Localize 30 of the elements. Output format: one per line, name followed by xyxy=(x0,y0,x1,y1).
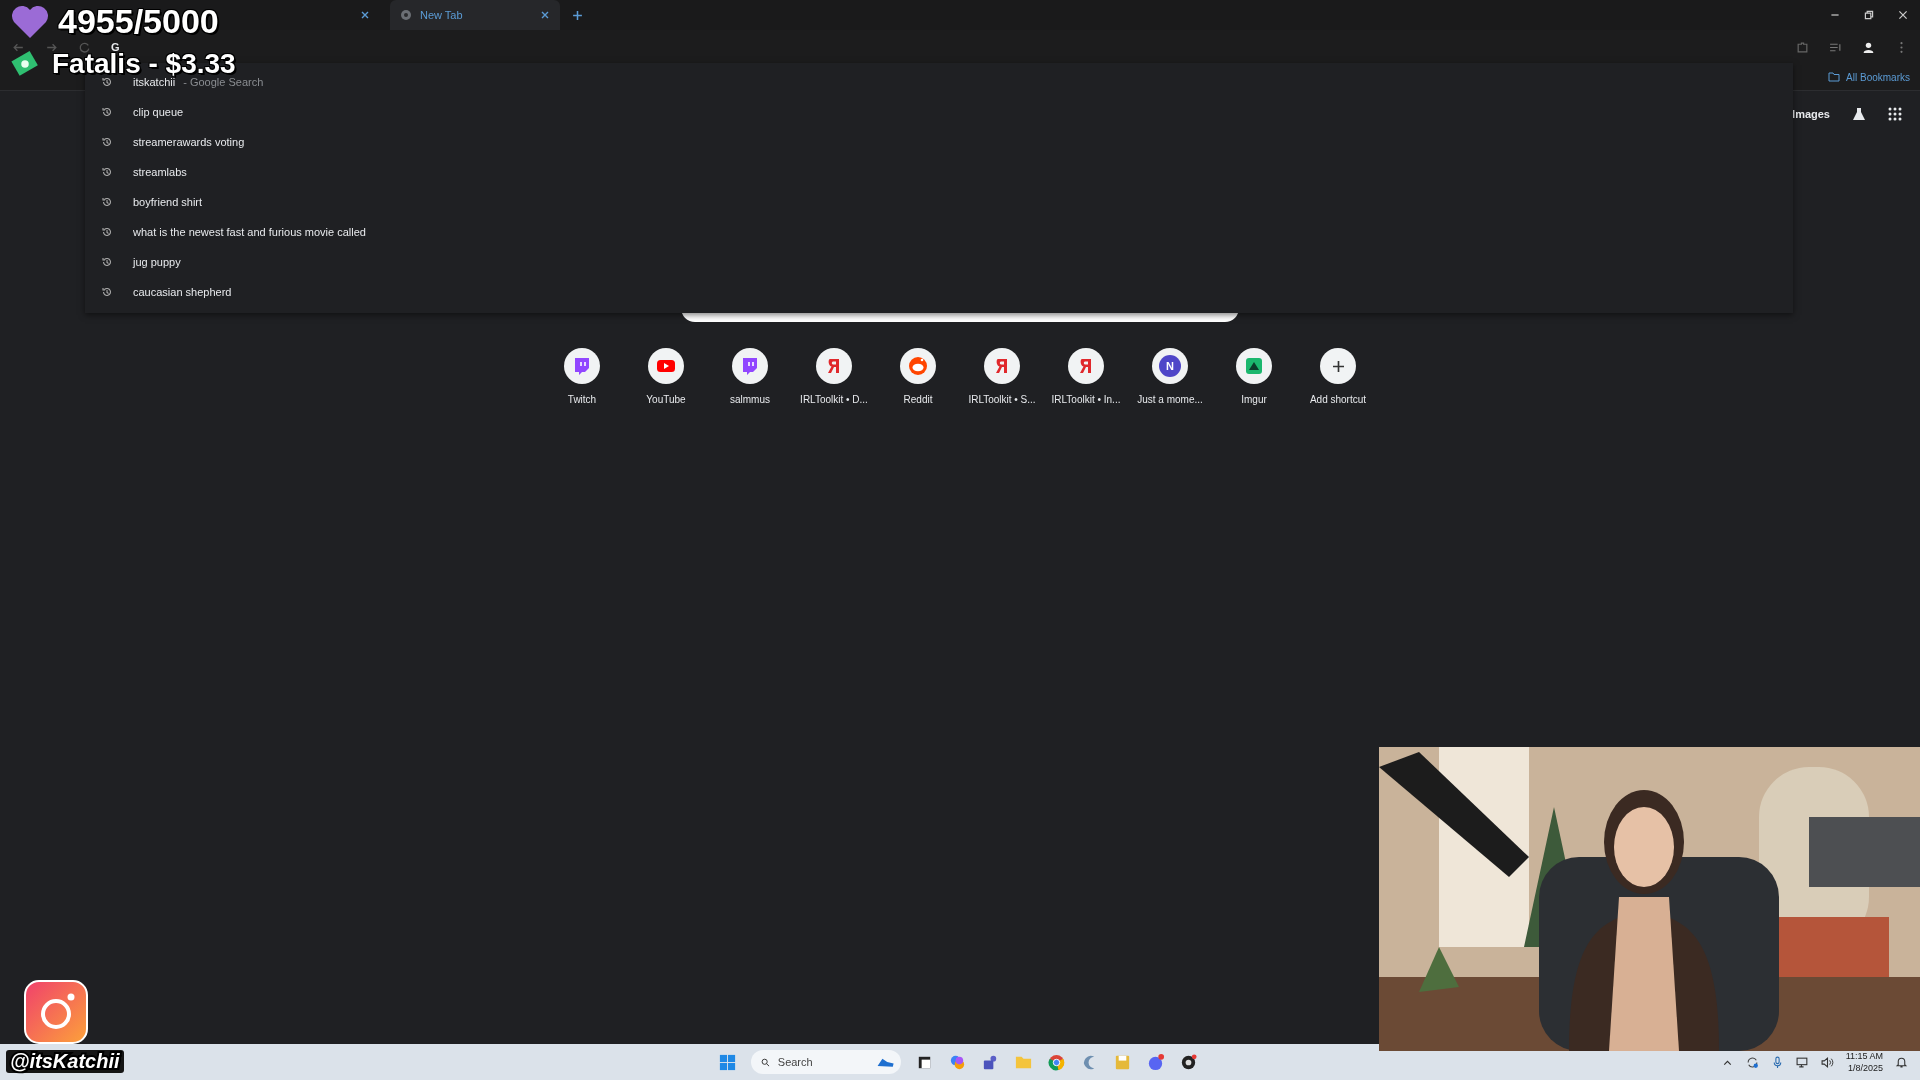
shortcut-tile[interactable]: salmmus xyxy=(711,348,789,405)
suggestion-item[interactable]: jug puppy xyxy=(85,247,1793,277)
bookmarks-label: All Bookmarks xyxy=(1846,71,1910,83)
goal-count: 4955/5000 xyxy=(58,2,219,41)
shortcut-tile[interactable]: IRLToolkit • D... xyxy=(795,348,873,405)
suggestion-item[interactable]: boyfriend shirt xyxy=(85,187,1793,217)
suggestion-item[interactable]: caucasian shepherd xyxy=(85,277,1793,307)
clock[interactable]: 11:15 AM 1/8/2025 xyxy=(1845,1050,1883,1074)
clock-date: 1/8/2025 xyxy=(1847,1062,1883,1074)
shortcut-tile[interactable]: Twitch xyxy=(543,348,621,405)
channel-handle: @itsKatchii xyxy=(6,1050,124,1073)
shortcut-tile[interactable]: Reddit xyxy=(879,348,957,405)
browser-tab[interactable]: New Tab xyxy=(390,0,560,30)
suggestion-item[interactable]: clip queue xyxy=(85,97,1793,127)
tab-title: New Tab xyxy=(420,9,463,21)
images-link[interactable]: Images xyxy=(1792,108,1830,120)
shortcut-tile[interactable]: N Just a mome... xyxy=(1131,348,1209,405)
suggestion-item[interactable]: streamlabs xyxy=(85,157,1793,187)
taskbar-search[interactable]: Search xyxy=(751,1050,901,1074)
shortcut-tile[interactable]: IRLToolkit • In... xyxy=(1047,348,1125,405)
shortcut-tile[interactable]: Imgur xyxy=(1215,348,1293,405)
suggestion-item[interactable]: what is the newest fast and furious movie called xyxy=(85,217,1793,247)
search-input[interactable]: Search xyxy=(775,1055,870,1069)
clock-time: 11:15 AM xyxy=(1845,1050,1883,1062)
shortcut-tile[interactable]: Add shortcut xyxy=(1299,348,1377,405)
suggestion-item[interactable]: streamerawards voting xyxy=(85,127,1793,157)
shortcut-tile[interactable]: YouTube xyxy=(627,348,705,405)
shortcut-tile[interactable]: IRLToolkit • S... xyxy=(963,348,1041,405)
letter-badge: N xyxy=(1159,355,1181,377)
bookmarks-folder[interactable]: All Bookmarks xyxy=(1828,71,1910,83)
